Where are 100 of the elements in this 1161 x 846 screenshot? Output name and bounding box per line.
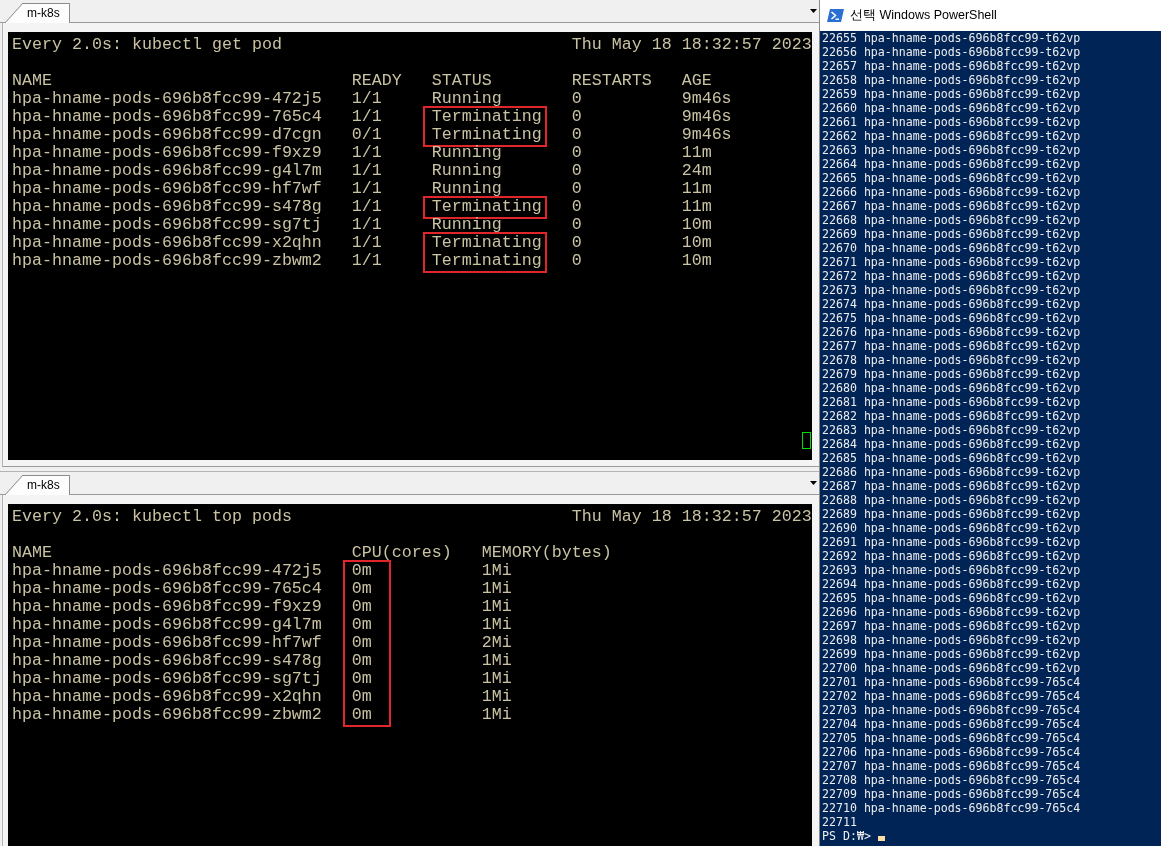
table-cell: Running	[431, 180, 502, 198]
table-cell: 11m	[681, 144, 712, 162]
column-header: RESTARTS	[571, 72, 652, 90]
table-cell: 1/1	[351, 234, 382, 252]
table-cell: hpa-hname-pods-696b8fcc99-g4l7m	[12, 162, 322, 180]
highlighted-cell: 0m	[342, 688, 391, 706]
column-header: CPU(cores)	[351, 544, 452, 562]
console-line: 22709 hpa-hname-pods-696b8fcc99-765c4	[822, 787, 1081, 801]
console-line: 22691 hpa-hname-pods-696b8fcc99-t62vp	[822, 535, 1081, 549]
table-cell: hpa-hname-pods-696b8fcc99-g4l7m	[12, 616, 322, 634]
table-cell: 0	[571, 180, 582, 198]
console-line: 22689 hpa-hname-pods-696b8fcc99-t62vp	[822, 507, 1081, 521]
console-line: 22665 hpa-hname-pods-696b8fcc99-t62vp	[822, 171, 1081, 185]
console-line: 22667 hpa-hname-pods-696b8fcc99-t62vp	[822, 199, 1081, 213]
table-cell: 11m	[681, 180, 712, 198]
console-line: 22694 hpa-hname-pods-696b8fcc99-t62vp	[822, 577, 1081, 591]
console-line: 22662 hpa-hname-pods-696b8fcc99-t62vp	[822, 129, 1081, 143]
table-cell: 0	[571, 108, 582, 126]
table-cell: 1/1	[351, 144, 382, 162]
table-cell: 1/1	[351, 198, 382, 216]
table-cell: 0	[571, 126, 582, 144]
command-text: Every 2.0s: kubectl top pods	[12, 508, 292, 526]
console-line: 22674 hpa-hname-pods-696b8fcc99-t62vp	[822, 297, 1081, 311]
table-cell: hpa-hname-pods-696b8fcc99-hf7wf	[12, 180, 322, 198]
command-text: Every 2.0s: kubectl get pod	[12, 36, 282, 54]
table-cell: 0	[571, 144, 582, 162]
console-line: 22705 hpa-hname-pods-696b8fcc99-765c4	[822, 731, 1081, 745]
table-cell: hpa-hname-pods-696b8fcc99-765c4	[12, 108, 322, 126]
table-cell: Running	[431, 90, 502, 108]
console-line: 22680 hpa-hname-pods-696b8fcc99-t62vp	[822, 381, 1081, 395]
console-line: 22687 hpa-hname-pods-696b8fcc99-t62vp	[822, 479, 1081, 493]
table-cell: 1/1	[351, 162, 382, 180]
table-cell: 1Mi	[481, 598, 512, 616]
table-cell: 1Mi	[481, 616, 512, 634]
table-cell: hpa-hname-pods-696b8fcc99-x2qhn	[12, 234, 322, 252]
console-line: 22701 hpa-hname-pods-696b8fcc99-765c4	[822, 675, 1081, 689]
console-line: 22660 hpa-hname-pods-696b8fcc99-t62vp	[822, 101, 1081, 115]
console-line: 22679 hpa-hname-pods-696b8fcc99-t62vp	[822, 367, 1081, 381]
console-line: 22666 hpa-hname-pods-696b8fcc99-t62vp	[822, 185, 1081, 199]
table-cell: 10m	[681, 216, 712, 234]
table-cell: 11m	[681, 198, 712, 216]
table-cell: 0	[571, 216, 582, 234]
console-line: 22700 hpa-hname-pods-696b8fcc99-t62vp	[822, 661, 1081, 675]
highlighted-cell: 0m	[342, 652, 391, 670]
table-cell: hpa-hname-pods-696b8fcc99-f9xz9	[12, 598, 322, 616]
console-line: 22670 hpa-hname-pods-696b8fcc99-t62vp	[822, 241, 1081, 255]
column-header: NAME	[12, 544, 52, 562]
table-cell: 0	[571, 90, 582, 108]
console-line: 22659 hpa-hname-pods-696b8fcc99-t62vp	[822, 87, 1081, 101]
table-cell: 10m	[681, 234, 712, 252]
table-cell: hpa-hname-pods-696b8fcc99-s478g	[12, 198, 322, 216]
dropdown-arrow-icon[interactable]	[810, 9, 817, 13]
column-header: AGE	[681, 72, 712, 90]
table-cell: 1/1	[351, 180, 382, 198]
table-cell: hpa-hname-pods-696b8fcc99-zbwm2	[12, 706, 322, 724]
console-line: 22707 hpa-hname-pods-696b8fcc99-765c4	[822, 759, 1081, 773]
console-line: 22704 hpa-hname-pods-696b8fcc99-765c4	[822, 717, 1081, 731]
console-line: 22655 hpa-hname-pods-696b8fcc99-t62vp	[822, 31, 1081, 45]
console-line: 22690 hpa-hname-pods-696b8fcc99-t62vp	[822, 521, 1081, 535]
table-cell: 1Mi	[481, 580, 512, 598]
console-line: 22673 hpa-hname-pods-696b8fcc99-t62vp	[822, 283, 1081, 297]
console-line: 22688 hpa-hname-pods-696b8fcc99-t62vp	[822, 493, 1081, 507]
console-line: 22671 hpa-hname-pods-696b8fcc99-t62vp	[822, 255, 1081, 269]
table-cell: 0/1	[351, 126, 382, 144]
console-line: 22706 hpa-hname-pods-696b8fcc99-765c4	[822, 745, 1081, 759]
console-line: 22702 hpa-hname-pods-696b8fcc99-765c4	[822, 689, 1081, 703]
dropdown-arrow-icon[interactable]	[810, 481, 817, 485]
table-cell: 24m	[681, 162, 712, 180]
table-cell: Running	[431, 216, 502, 234]
column-header: STATUS	[431, 72, 492, 90]
highlighted-cell: 0m	[342, 670, 391, 688]
console-line: 22686 hpa-hname-pods-696b8fcc99-t62vp	[822, 465, 1081, 479]
terminal-tab[interactable]: m-k8s	[5, 475, 70, 495]
terminal-tab[interactable]: m-k8s	[5, 3, 70, 23]
console-line: 22675 hpa-hname-pods-696b8fcc99-t62vp	[822, 311, 1081, 325]
console-line: 22657 hpa-hname-pods-696b8fcc99-t62vp	[822, 59, 1081, 73]
table-cell: Running	[431, 162, 502, 180]
window-title: 선택 Windows PowerShell	[850, 7, 997, 24]
table-cell: 0	[571, 198, 582, 216]
column-header: MEMORY(bytes)	[481, 544, 612, 562]
table-cell: hpa-hname-pods-696b8fcc99-s478g	[12, 652, 322, 670]
highlighted-cell: 0m	[342, 706, 391, 727]
console-line: 22661 hpa-hname-pods-696b8fcc99-t62vp	[822, 115, 1081, 129]
prompt-text: PS D:₩>	[822, 829, 871, 843]
highlighted-cell: Terminating	[422, 106, 547, 126]
highlighted-cell: 0m	[342, 560, 391, 580]
timestamp-text: Thu May 18 18:32:57 2023	[571, 508, 812, 526]
table-cell: 1/1	[351, 108, 382, 126]
column-header: NAME	[12, 72, 52, 90]
highlighted-cell: Terminating	[422, 232, 547, 252]
table-cell: 1Mi	[481, 670, 512, 688]
table-cell: hpa-hname-pods-696b8fcc99-765c4	[12, 580, 322, 598]
highlighted-cell: 0m	[342, 634, 391, 652]
console-line: 22668 hpa-hname-pods-696b8fcc99-t62vp	[822, 213, 1081, 227]
console-line: 22695 hpa-hname-pods-696b8fcc99-t62vp	[822, 591, 1081, 605]
table-cell: 10m	[681, 252, 712, 270]
prompt-icon	[827, 9, 844, 22]
console-line: 22678 hpa-hname-pods-696b8fcc99-t62vp	[822, 353, 1081, 367]
table-cell: hpa-hname-pods-696b8fcc99-x2qhn	[12, 688, 322, 706]
highlighted-cell: 0m	[342, 598, 391, 616]
